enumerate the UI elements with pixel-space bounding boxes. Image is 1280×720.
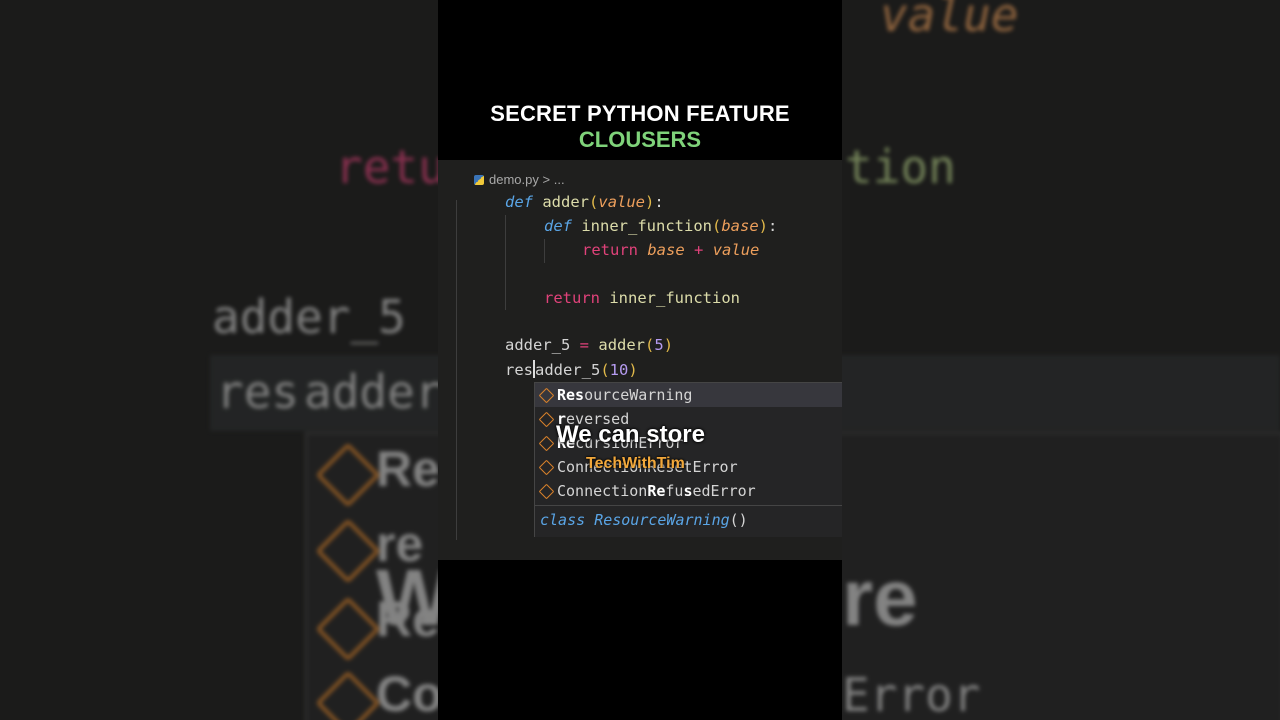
bg-text-re: Re bbox=[376, 441, 440, 497]
detail-keyword: class bbox=[540, 511, 586, 529]
function-name: adder bbox=[598, 336, 646, 354]
function-name: inner_function bbox=[609, 289, 740, 307]
parameter: base bbox=[721, 217, 759, 235]
detail-signature: () bbox=[729, 511, 748, 529]
code-line-7[interactable]: adder_5 = adder(5) bbox=[505, 336, 673, 354]
bg-code-function: tion bbox=[845, 140, 956, 194]
keyword: return bbox=[544, 289, 600, 307]
indent-guide bbox=[456, 200, 457, 540]
bg-code-res: res bbox=[216, 365, 300, 419]
suggest-divider bbox=[535, 505, 842, 506]
video-subtitle: CLOUSERS bbox=[578, 127, 702, 152]
code-line-3[interactable]: return base + value bbox=[582, 241, 759, 259]
autocomplete-popup[interactable]: ResourceWarning reversed RecursionError … bbox=[534, 382, 842, 537]
number: 5 bbox=[654, 336, 664, 354]
bg-code-error: Error bbox=[842, 668, 981, 720]
variable: value bbox=[712, 241, 760, 259]
breadcrumb-more[interactable]: ... bbox=[554, 172, 565, 187]
keyword: return bbox=[582, 241, 638, 259]
suggestion-prefix: Connection bbox=[557, 482, 648, 500]
suggestion-match: Res bbox=[557, 386, 585, 404]
suggestion-match: Con bbox=[557, 458, 585, 476]
code-line-2[interactable]: def inner_function(base): bbox=[544, 217, 777, 235]
bg-code-adder5: adder_5 bbox=[212, 290, 406, 344]
detail-name: ResourceWarning bbox=[594, 511, 730, 529]
operator: + bbox=[694, 241, 704, 259]
variable: adder_5 bbox=[505, 336, 571, 354]
suggestion-match: Re bbox=[647, 482, 666, 500]
channel-watermark: TechWithTim bbox=[586, 455, 685, 472]
suggestion-detail: class ResourceWarning() bbox=[540, 511, 748, 529]
bg-code-return: retu bbox=[335, 140, 446, 194]
keyword: def bbox=[544, 217, 572, 235]
typed-text: res bbox=[505, 361, 533, 379]
code-line-8[interactable]: res adder_5(10) bbox=[505, 360, 638, 379]
suggestion-item[interactable]: ConnectionResetError bbox=[535, 455, 842, 479]
breadcrumb-file[interactable]: demo.py bbox=[489, 172, 539, 187]
suggestion-item[interactable]: ConnectionRefusedError bbox=[535, 479, 842, 503]
operator: = bbox=[579, 336, 590, 354]
code-line-1[interactable]: def adder(value): bbox=[505, 193, 664, 211]
video-title: SECRET PYTHON FEATURE bbox=[490, 101, 790, 126]
parameter: value bbox=[598, 193, 646, 211]
suggestion-item[interactable]: ResourceWarning bbox=[535, 383, 842, 407]
bg-code-adder: adder bbox=[304, 365, 443, 419]
indent-guide bbox=[505, 215, 506, 310]
number: 10 bbox=[609, 361, 629, 379]
code-editor[interactable]: demo.py > ... def adder(value): def inne… bbox=[438, 160, 842, 560]
variable: base bbox=[647, 241, 685, 259]
indent-guide bbox=[544, 239, 545, 263]
python-file-icon bbox=[474, 175, 484, 185]
breadcrumb[interactable]: demo.py > ... bbox=[474, 172, 565, 187]
suggestion-rest: ourceWarning bbox=[584, 386, 693, 404]
class-symbol-icon bbox=[538, 387, 555, 404]
video-column: SECRET PYTHON FEATURE CLOUSERS demo.py >… bbox=[438, 0, 842, 720]
function-name: adder bbox=[542, 193, 590, 211]
suggestion-mid: fu bbox=[665, 482, 684, 500]
variable: adder_5 bbox=[535, 361, 601, 379]
code-line-5[interactable]: return inner_function bbox=[544, 289, 740, 307]
bg-text-co: Co bbox=[376, 666, 443, 720]
bg-code-value: value bbox=[880, 0, 1019, 42]
class-symbol-icon bbox=[538, 411, 555, 428]
chevron-right-icon: > bbox=[542, 172, 551, 187]
function-name: inner_function bbox=[581, 217, 712, 235]
bg-caption-re: re bbox=[842, 553, 918, 642]
class-symbol-icon bbox=[538, 483, 555, 500]
video-caption: We can store bbox=[556, 421, 705, 448]
class-symbol-icon bbox=[538, 459, 555, 476]
suggestion-rest: edError bbox=[692, 482, 756, 500]
keyword: def bbox=[505, 193, 533, 211]
class-symbol-icon bbox=[538, 435, 555, 452]
